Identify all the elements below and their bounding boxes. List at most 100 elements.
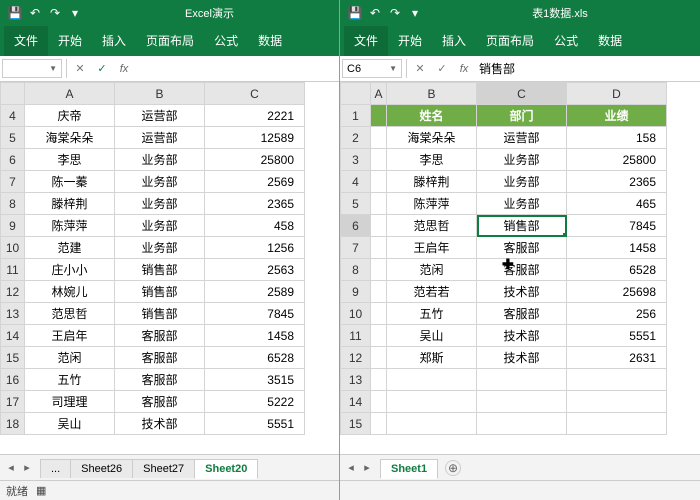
cell[interactable] (371, 193, 387, 215)
cell[interactable] (477, 369, 567, 391)
cell[interactable]: 范思哲 (25, 303, 115, 325)
row-header-9[interactable]: 9 (1, 215, 25, 237)
cell[interactable]: 吴山 (25, 413, 115, 435)
cell[interactable] (387, 369, 477, 391)
cell[interactable]: 1458 (567, 237, 667, 259)
cell[interactable]: 12589 (205, 127, 305, 149)
col-header-B[interactable]: B (387, 83, 477, 105)
cell[interactable]: 2589 (205, 281, 305, 303)
cell[interactable] (387, 413, 477, 435)
cell[interactable]: 7845 (567, 215, 667, 237)
cell[interactable]: 五竹 (387, 303, 477, 325)
cell[interactable] (477, 413, 567, 435)
fx-icon[interactable]: fx (113, 56, 135, 81)
cell[interactable]: 客服部 (477, 237, 567, 259)
row-header-11[interactable]: 11 (1, 259, 25, 281)
cell[interactable]: 2365 (205, 193, 305, 215)
cell[interactable]: 5551 (205, 413, 305, 435)
row-header-14[interactable]: 14 (341, 391, 371, 413)
row-header-16[interactable]: 16 (1, 369, 25, 391)
cell[interactable]: 滕梓荆 (25, 193, 115, 215)
row-header-2[interactable]: 2 (341, 127, 371, 149)
sheet-tab-Sheet26[interactable]: Sheet26 (70, 459, 133, 478)
row-header-11[interactable]: 11 (341, 325, 371, 347)
redo-icon[interactable]: ↷ (46, 4, 64, 22)
row-header-12[interactable]: 12 (341, 347, 371, 369)
record-macro-icon[interactable]: ▦ (36, 484, 46, 497)
header-cell[interactable]: 业绩 (567, 105, 667, 127)
col-header-C[interactable]: C (477, 83, 567, 105)
col-header-A[interactable]: A (371, 83, 387, 105)
cell[interactable] (371, 391, 387, 413)
add-sheet-icon[interactable]: ⊕ (445, 460, 461, 476)
select-all-corner[interactable] (1, 83, 25, 105)
row-header-15[interactable]: 15 (1, 347, 25, 369)
cell[interactable] (371, 237, 387, 259)
cell[interactable]: 2365 (567, 171, 667, 193)
enter-icon[interactable]: ✓ (91, 56, 113, 81)
row-header-5[interactable]: 5 (1, 127, 25, 149)
cell[interactable]: 6528 (205, 347, 305, 369)
cell[interactable]: 业务部 (477, 193, 567, 215)
col-header-C[interactable]: C (205, 83, 305, 105)
row-header-13[interactable]: 13 (1, 303, 25, 325)
qat-dropdown-icon[interactable]: ▾ (406, 4, 424, 22)
cell[interactable] (371, 347, 387, 369)
cell[interactable]: 7845 (205, 303, 305, 325)
ribbon-tab-公式[interactable]: 公式 (544, 26, 588, 56)
col-header-D[interactable]: D (567, 83, 667, 105)
row-header-4[interactable]: 4 (1, 105, 25, 127)
header-cell[interactable] (371, 105, 387, 127)
ribbon-tab-插入[interactable]: 插入 (432, 26, 476, 56)
cell[interactable]: 范闲 (387, 259, 477, 281)
select-all-corner[interactable] (341, 83, 371, 105)
grid-area[interactable]: ABC4庆帝运营部22215海棠朵朵运营部125896李思业务部258007陈一… (0, 82, 339, 454)
ribbon-tab-页面布局[interactable]: 页面布局 (136, 26, 204, 56)
cell[interactable]: 256 (567, 303, 667, 325)
row-header-17[interactable]: 17 (1, 391, 25, 413)
cell[interactable]: 海棠朵朵 (25, 127, 115, 149)
cell[interactable]: 25800 (567, 149, 667, 171)
cell[interactable]: 2631 (567, 347, 667, 369)
cell[interactable] (371, 413, 387, 435)
cell[interactable]: 1256 (205, 237, 305, 259)
row-header-8[interactable]: 8 (1, 193, 25, 215)
row-header-10[interactable]: 10 (1, 237, 25, 259)
cell[interactable]: 业务部 (115, 149, 205, 171)
cell[interactable]: 客服部 (477, 259, 567, 281)
row-header-13[interactable]: 13 (341, 369, 371, 391)
cell[interactable] (567, 413, 667, 435)
cell[interactable]: 销售部 (115, 303, 205, 325)
cell[interactable] (567, 369, 667, 391)
cell[interactable]: 客服部 (115, 325, 205, 347)
cell[interactable]: 陈萍萍 (25, 215, 115, 237)
cell[interactable]: 技术部 (477, 281, 567, 303)
col-header-B[interactable]: B (115, 83, 205, 105)
cell[interactable]: 5551 (567, 325, 667, 347)
cell[interactable]: 滕梓荆 (387, 171, 477, 193)
sheet-tab-more[interactable]: ... (40, 459, 71, 478)
cell[interactable]: 1458 (205, 325, 305, 347)
cell[interactable]: 销售部 (115, 259, 205, 281)
ribbon-tab-公式[interactable]: 公式 (204, 26, 248, 56)
cell[interactable] (371, 215, 387, 237)
cell[interactable]: 陈一蓁 (25, 171, 115, 193)
save-icon[interactable]: 💾 (6, 4, 24, 22)
cell[interactable]: 陈萍萍 (387, 193, 477, 215)
cell[interactable] (567, 391, 667, 413)
sheet-nav[interactable]: ◂▸ (4, 461, 34, 474)
cell[interactable]: 王启年 (387, 237, 477, 259)
ribbon-tab-页面布局[interactable]: 页面布局 (476, 26, 544, 56)
cell[interactable]: 客服部 (115, 347, 205, 369)
ribbon-tab-文件[interactable]: 文件 (4, 26, 48, 56)
cell[interactable] (371, 259, 387, 281)
cell[interactable]: 458 (205, 215, 305, 237)
formula-input[interactable]: 销售部 (475, 56, 700, 81)
row-header-15[interactable]: 15 (341, 413, 371, 435)
cell[interactable]: 范闲 (25, 347, 115, 369)
cell[interactable]: 6528 (567, 259, 667, 281)
cell[interactable]: 五竹 (25, 369, 115, 391)
ribbon-tab-开始[interactable]: 开始 (388, 26, 432, 56)
ribbon-tab-开始[interactable]: 开始 (48, 26, 92, 56)
cell[interactable]: 销售部 (477, 215, 567, 237)
